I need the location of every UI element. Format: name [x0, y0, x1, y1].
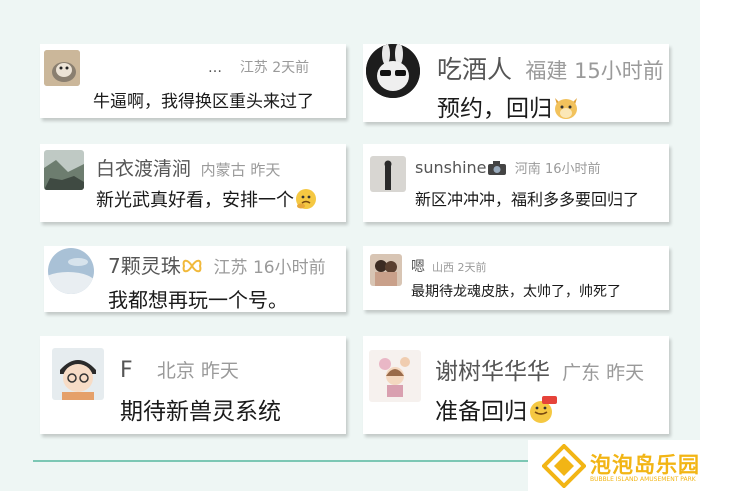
sky-photo-avatar [48, 248, 94, 294]
divider-line [33, 460, 533, 462]
commenter-name: sunshine [415, 158, 487, 177]
commenter-location: 广东 [562, 362, 601, 384]
brand-logo: 泡泡岛乐园 BUBBLE ISLAND AMUSEMENT PARK [528, 440, 730, 491]
brand-diamond-icon [542, 444, 586, 488]
cat-avatar [44, 50, 80, 86]
dark-figure-avatar [370, 156, 406, 192]
rabbit-sunglasses-avatar [366, 44, 420, 98]
cartoon-boy-avatar [52, 348, 104, 400]
commenter-location: 江苏 [213, 258, 248, 278]
comment-text: 新光武真好看，安排一个 [96, 190, 294, 211]
comment-card: … 江苏 2天前 牛逼啊，我得换区重头来过了 [40, 44, 346, 118]
comment-card: 吃酒人 福建 15小时前 预约，回归 [363, 44, 669, 122]
comment-time: 昨天 [606, 362, 645, 384]
666-emoji [527, 395, 557, 430]
ribbon-emoji [181, 257, 203, 280]
commenter-location: 北京 [156, 360, 195, 382]
comment-meta: 7颗灵珠 江苏 16小时前 [108, 250, 326, 280]
brand-name: 泡泡岛乐园 [590, 453, 700, 477]
commenter-name: 嗯 [411, 259, 425, 275]
comment-text: 我都想再玩一个号。 [108, 288, 288, 312]
comment-time: 16小时前 [252, 258, 326, 278]
comment-time: 16小时前 [544, 162, 601, 177]
commenter-name: 7颗灵珠 [108, 254, 181, 278]
comment-card: 白衣渡清涧 内蒙古 昨天 新光武真好看，安排一个 [40, 144, 346, 222]
comment-text: 最期待龙魂皮肤，太帅了，帅死了 [411, 284, 621, 300]
thinking-emoji [294, 187, 318, 216]
comment-text-row: 预约，回归 [437, 89, 580, 126]
comment-text: 期待新兽灵系统 [120, 399, 281, 425]
commenter-name: 谢树华华华 [435, 359, 550, 385]
comment-text: 牛逼啊，我得换区重头来过了 [93, 92, 314, 112]
comment-meta: 吃酒人 福建 15小时前 [437, 50, 664, 86]
commenter-name: 白衣渡清涧 [96, 158, 192, 180]
comment-time: 15小时前 [574, 59, 664, 83]
comment-time: 昨天 [200, 360, 239, 382]
commenter-name: … [208, 60, 222, 76]
comment-meta: 嗯 山西 2天前 [411, 256, 487, 276]
comment-text: 准备回归 [435, 399, 527, 425]
comment-time: 2天前 [272, 60, 310, 76]
comment-card: 嗯 山西 2天前 最期待龙魂皮肤，太帅了，帅死了 [363, 246, 669, 310]
commenter-location: 山西 [432, 261, 454, 274]
brand-tagline: BUBBLE ISLAND AMUSEMENT PARK [590, 476, 696, 483]
comment-card: 谢树华华华 广东 昨天 准备回归 [363, 336, 669, 434]
couple-photo-avatar [370, 254, 402, 286]
commenter-location: 福建 [525, 59, 568, 83]
comment-time: 2天前 [457, 261, 487, 274]
comment-card: F 北京 昨天 期待新兽灵系统 [40, 336, 346, 434]
comment-text-row: 新光武真好看，安排一个 [96, 186, 318, 216]
comment-meta: … 江苏 2天前 [208, 57, 309, 77]
comment-meta: sunshine 河南 16小时前 [415, 158, 601, 180]
doge-emoji [552, 94, 580, 126]
comment-time: 昨天 [250, 161, 281, 179]
camera-emoji [487, 160, 507, 180]
comment-text-row: 准备回归 [435, 392, 557, 430]
commenter-name: 吃酒人 [437, 55, 513, 84]
commenter-location: 江苏 [239, 60, 268, 76]
doll-avatar [369, 350, 421, 402]
comment-meta: F 北京 昨天 [120, 356, 239, 383]
commenter-location: 河南 [514, 162, 541, 177]
comment-card: 7颗灵珠 江苏 16小时前 我都想再玩一个号。 [44, 246, 346, 312]
mountain-landscape-avatar [44, 150, 84, 190]
comment-text: 新区冲冲冲，福利多多要回归了 [415, 190, 640, 209]
comment-card: sunshine 河南 16小时前 新区冲冲冲，福利多多要回归了 [363, 144, 669, 222]
comment-meta: 谢树华华华 广东 昨天 [435, 352, 644, 386]
comment-meta: 白衣渡清涧 内蒙古 昨天 [96, 154, 280, 181]
commenter-name: F [120, 358, 133, 383]
comment-text: 预约，回归 [437, 96, 552, 122]
commenter-location: 内蒙古 [200, 161, 246, 179]
